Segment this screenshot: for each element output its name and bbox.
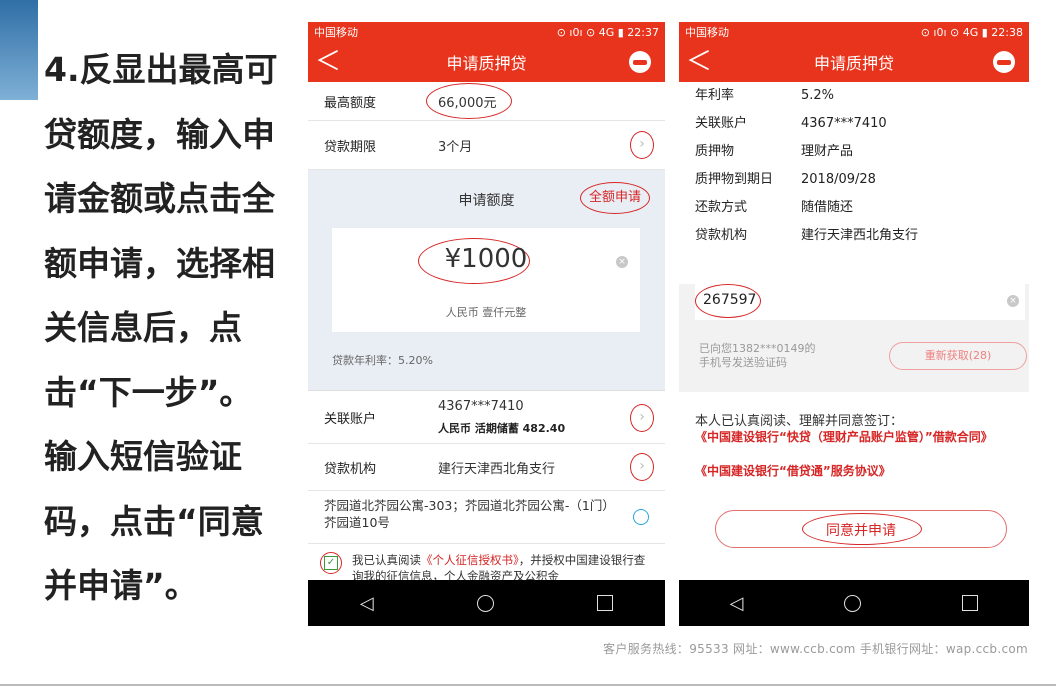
sms-code-input[interactable]: 267597 [703,292,756,308]
loan-term-value: 3个月 [438,139,473,155]
instruction-line: 码，点击“同意 [44,501,264,541]
page-title: 申请质押贷 [446,54,527,73]
sms-hint-line: 已向您1382***0149的 [699,342,816,355]
loan-term-label: 贷款期限 [324,139,377,155]
loan-details-list: 年利率 5.2% 关联账户 4367***7410 质押物 理财产品 质押物到期日 20… [679,82,1029,284]
consent-prefix: 我已认真阅读 [352,553,421,567]
resend-code-button[interactable]: 重新获取(28) [889,342,1027,370]
status-indicators: ⊙ ı0ı ⊙ 4G ▮ 22:38 [920,25,1023,39]
address-row[interactable]: 芥园道北芥园公寓-303；芥园道北芥园公寓-（1门）芥园道10号 [308,491,665,544]
nav-bar: ＜ 申请质押贷 [679,42,1029,82]
detail-label: 年利率 [695,88,735,103]
clear-icon[interactable]: × [1007,295,1019,307]
back-button[interactable]: ＜ [308,42,348,82]
recents-nav-icon[interactable] [597,595,614,611]
loan-rate: 贷款年利率：5.20% [332,354,433,367]
linked-account-label: 关联账户 [324,411,377,427]
detail-row: 关联账户 4367***7410 [695,112,1015,132]
detail-value: 2018/09/28 [801,172,876,187]
instruction-line: 输入短信验证 [44,437,242,476]
detail-label: 质押物到期日 [695,172,774,187]
max-amount-row: 最高额度 66,000元 [308,82,665,121]
amount-in-words: 人民币 壹仟元整 [445,306,527,319]
location-icon[interactable] [633,509,649,525]
detail-row: 年利率 5.2% [695,84,1015,104]
sms-code-input-box[interactable]: 267597 × [695,282,1025,320]
phone-screen-apply: 中国移动 ⊙ ı0ı ⊙ 4G ▮ 22:37 ＜ 申请质押贷 最高额度 66,… [308,22,665,626]
credit-auth-link[interactable]: 《个人征信授权书》 [421,553,519,567]
nav-bar: ＜ 申请质押贷 [308,42,665,82]
loan-org-label: 贷款机构 [324,461,377,477]
instruction-text: 4.反显出最高可 贷额度，输入申 请金额或点击全 额申请，选择相 关信息后，点 … [44,38,306,619]
instruction-line: 贷额度，输入申 [44,114,275,154]
checkbox-checked-icon[interactable]: ✓ [324,556,338,570]
slide-corner-accent [0,0,38,100]
customer-service-icon[interactable] [993,51,1015,73]
linked-account-row[interactable]: 关联账户 4367***7410 人民币 活期储蓄 482.40 › [308,391,665,444]
instruction-line: 额申请，选择相 [44,243,275,283]
detail-value: 4367***7410 [801,116,887,131]
detail-row: 质押物 理财产品 [695,140,1015,160]
footer-divider [0,684,1056,686]
android-nav-bar: ◁ [308,580,665,626]
carrier-label: 中国移动 [685,26,729,39]
detail-label: 质押物 [695,144,735,159]
instruction-line: 4.反显出最高可 [44,50,278,89]
detail-value: 建行天津西北角支行 [801,228,919,243]
carrier-label: 中国移动 [314,26,358,39]
instruction-line: 并申请”。 [44,566,198,605]
footer-contact: 客户服务热线：95533 网址：www.ccb.com 手机银行网址：wap.c… [603,642,1028,656]
back-nav-icon[interactable]: ◁ [360,593,374,614]
instruction-line: 请金额或点击全 [44,179,275,218]
agree-apply-button[interactable]: 同意并申请 [716,520,1006,540]
customer-service-icon[interactable] [629,51,651,73]
loan-contract-link[interactable]: 《中国建设银行“快贷（理财产品账户监管）”借款合同》 [695,430,1025,445]
back-button[interactable]: ＜ [679,42,719,82]
sms-hint-line: 手机号发送验证码 [699,356,787,369]
agreement-intro: 本人已认真阅读、理解并同意签订： [695,414,904,429]
loan-org-value: 建行天津西北角支行 [438,461,556,477]
chevron-right-icon[interactable]: › [630,453,654,481]
linked-account-info: 4367***7410 人民币 活期储蓄 482.40 [423,399,665,436]
agreement-panel: 本人已认真阅读、理解并同意签订： 《中国建设银行“快贷（理财产品账户监管）”借款… [679,392,1029,580]
detail-value: 理财产品 [801,144,854,159]
home-nav-icon[interactable] [844,594,862,612]
detail-label: 贷款机构 [695,228,748,243]
page-title: 申请质押贷 [813,54,894,73]
android-nav-bar: ◁ [679,580,1029,626]
back-nav-icon[interactable]: ◁ [730,593,744,614]
status-bar: 中国移动 ⊙ ı0ı ⊙ 4G ▮ 22:38 [679,22,1029,42]
annotation-circle [426,83,512,119]
recents-nav-icon[interactable] [962,595,979,611]
loan-org-row[interactable]: 贷款机构 建行天津西北角支行 › [308,444,665,491]
instruction-line: 击“下一步”。 [44,372,253,412]
detail-label: 关联账户 [695,116,748,131]
amount-input-box[interactable]: ¥1000 × 人民币 壹仟元整 [332,228,640,332]
phone-screen-confirm: 中国移动 ⊙ ı0ı ⊙ 4G ▮ 22:38 ＜ 申请质押贷 年利率 5.2% … [679,22,1029,626]
detail-row: 质押物到期日 2018/09/28 [695,168,1015,188]
agree-apply-button-frame[interactable]: 同意并申请 [715,510,1007,548]
loan-term-row[interactable]: 贷款期限 3个月 › [308,121,665,170]
status-bar: 中国移动 ⊙ ı0ı ⊙ 4G ▮ 22:37 [308,22,665,42]
chevron-right-icon[interactable]: › [630,131,654,159]
sms-hint: 已向您1382***0149的 手机号发送验证码 [699,342,816,370]
status-indicators: ⊙ ı0ı ⊙ 4G ▮ 22:37 [556,25,659,39]
detail-value: 5.2% [801,88,835,103]
apply-amount-panel: 申请额度 全额申请 ¥1000 × 人民币 壹仟元整 贷款年利率：5.20% [308,170,665,391]
service-agreement-link[interactable]: 《中国建设银行“借贷通”服务协议》 [695,464,1025,479]
chevron-right-icon[interactable]: › [630,404,654,432]
detail-value: 随借随还 [801,200,854,215]
detail-row: 还款方式 随借随还 [695,196,1015,216]
detail-label: 还款方式 [695,200,748,215]
detail-row: 贷款机构 建行天津西北角支行 [695,224,1015,244]
address-text: 芥园道北芥园公寓-303；芥园道北芥园公寓-（1门）芥园道10号 [324,498,609,530]
instruction-line: 关信息后，点 [44,308,242,347]
clear-icon[interactable]: × [616,256,628,268]
home-nav-icon[interactable] [476,594,494,612]
max-amount-label: 最高额度 [324,95,377,111]
amount-input[interactable]: ¥1000 [332,244,640,274]
full-apply-button[interactable]: 全额申请 [580,182,650,214]
